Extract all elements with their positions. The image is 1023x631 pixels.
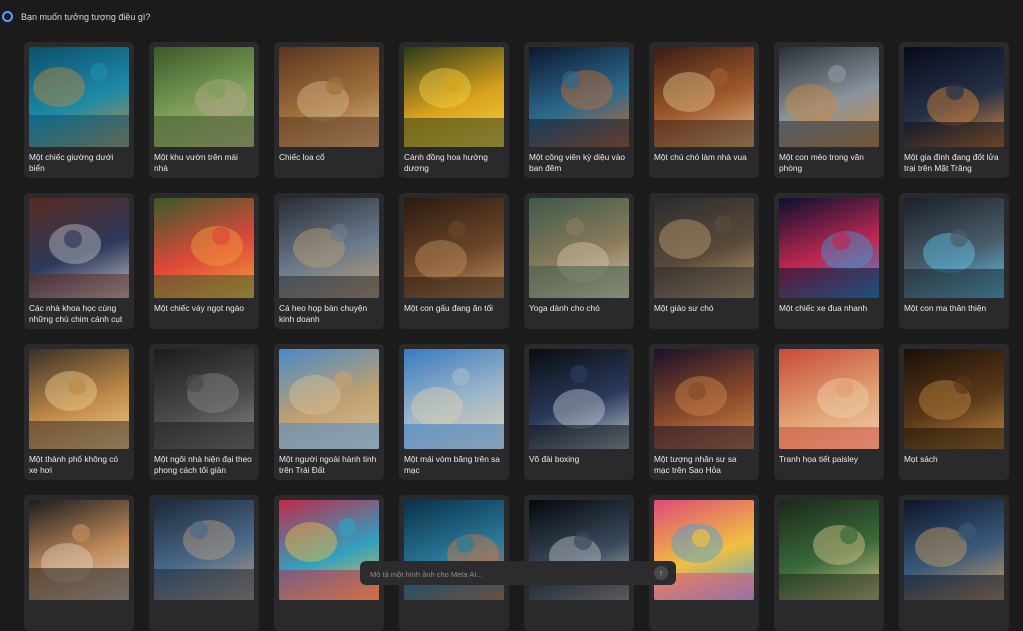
example-image-thumbnail [154, 349, 254, 449]
example-image-thumbnail [279, 198, 379, 298]
example-image-card[interactable]: Một khu vườn trên mái nhà [149, 42, 259, 178]
example-image-caption: Một mái vòm băng trên sa mạc [404, 454, 500, 475]
example-image-thumbnail [779, 500, 879, 600]
example-image-thumbnail [779, 47, 879, 147]
example-image-card[interactable]: Một chú chó làm nhà vua [649, 42, 759, 178]
example-image-card[interactable]: Một gia đình đang đốt lửa trại trên Mặt … [899, 42, 1009, 178]
prompt-input-bar: ↑ [360, 561, 676, 585]
example-image-thumbnail [779, 198, 879, 298]
example-image-thumbnail [904, 198, 1004, 298]
example-image-caption: Võ đài boxing [529, 454, 580, 464]
example-image-card[interactable]: Cá heo họp bàn chuyện kinh doanh [274, 193, 384, 329]
example-image-card[interactable]: Một ngôi nhà hiện đại theo phong cách tố… [149, 344, 259, 480]
example-image-thumbnail [29, 349, 129, 449]
image-grid: Một chiếc giường dưới biển Một khu vườn t… [24, 42, 1009, 631]
example-image-caption: Cánh đồng hoa hướng dương [404, 152, 488, 173]
image-description-input[interactable] [368, 565, 642, 583]
example-image-caption: Chiếc loa cổ [279, 152, 325, 162]
example-image-thumbnail [404, 47, 504, 147]
example-image-card[interactable] [149, 495, 259, 631]
example-image-thumbnail [654, 349, 754, 449]
meta-ai-logo-icon [2, 11, 13, 22]
example-image-card[interactable]: Võ đài boxing [524, 344, 634, 480]
example-image-card[interactable]: Một giáo sư chó [649, 193, 759, 329]
example-image-card[interactable]: Yoga dành cho chó [524, 193, 634, 329]
example-image-caption: Một chiếc xe đua nhanh [779, 303, 868, 313]
example-image-card[interactable] [899, 495, 1009, 631]
example-image-caption: Một công viên kỳ diệu vào ban đêm [529, 152, 625, 173]
example-image-card[interactable]: Một thành phố không có xe hơi [24, 344, 134, 480]
example-image-card[interactable]: Chiếc loa cổ [274, 42, 384, 178]
example-image-thumbnail [154, 47, 254, 147]
example-image-thumbnail [404, 349, 504, 449]
example-image-thumbnail [29, 198, 129, 298]
example-image-caption: Một người ngoài hành tinh trên Trái Đất [279, 454, 377, 475]
example-image-thumbnail [904, 349, 1004, 449]
example-image-thumbnail [779, 349, 879, 449]
example-image-card[interactable]: Một con gấu đang ăn tối [399, 193, 509, 329]
example-image-card[interactable]: Một tượng nhân sư sa mạc trên Sao Hỏa [649, 344, 759, 480]
example-image-card[interactable]: Một người ngoài hành tinh trên Trái Đất [274, 344, 384, 480]
example-image-thumbnail [654, 500, 754, 600]
example-image-thumbnail [904, 500, 1004, 600]
example-image-thumbnail [279, 349, 379, 449]
example-image-caption: Cá heo họp bàn chuyện kinh doanh [279, 303, 368, 324]
example-image-caption: Một con mèo trong văn phòng [779, 152, 864, 173]
example-image-card[interactable]: Mọt sách [899, 344, 1009, 480]
example-image-thumbnail [404, 500, 504, 600]
example-image-caption: Một tượng nhân sư sa mạc trên Sao Hỏa [654, 454, 737, 475]
example-image-card[interactable] [774, 495, 884, 631]
example-image-thumbnail [279, 500, 379, 600]
example-image-card[interactable]: Một chiếc giường dưới biển [24, 42, 134, 178]
example-image-caption: Một khu vườn trên mái nhà [154, 152, 238, 173]
example-image-caption: Một con gấu đang ăn tối [404, 303, 494, 313]
example-image-caption: Một chú chó làm nhà vua [654, 152, 747, 162]
example-image-card[interactable]: Một công viên kỳ diệu vào ban đêm [524, 42, 634, 178]
example-image-card[interactable] [24, 495, 134, 631]
example-image-thumbnail [29, 500, 129, 600]
example-image-caption: Một con ma thân thiện [904, 303, 987, 313]
imagine-prompt-heading: Bạn muốn tưởng tượng điều gì? [21, 12, 151, 22]
example-image-thumbnail [529, 198, 629, 298]
example-image-card[interactable]: Tranh họa tiết paisley [774, 344, 884, 480]
example-image-caption: Một giáo sư chó [654, 303, 714, 313]
example-image-caption: Một chiếc giường dưới biển [29, 152, 114, 173]
top-bar: Bạn muốn tưởng tượng điều gì? [0, 0, 1023, 34]
example-image-thumbnail [529, 349, 629, 449]
example-image-thumbnail [154, 500, 254, 600]
example-image-thumbnail [154, 198, 254, 298]
example-image-caption: Một ngôi nhà hiện đại theo phong cách tố… [154, 454, 252, 475]
example-image-caption: Mọt sách [904, 454, 938, 464]
example-image-thumbnail [904, 47, 1004, 147]
example-image-thumbnail [279, 47, 379, 147]
send-arrow-icon[interactable]: ↑ [654, 566, 668, 580]
example-image-card[interactable]: Một chiếc xe đua nhanh [774, 193, 884, 329]
example-image-card[interactable]: Một con mèo trong văn phòng [774, 42, 884, 178]
example-image-thumbnail [404, 198, 504, 298]
example-image-caption: Tranh họa tiết paisley [779, 454, 859, 464]
example-image-caption: Các nhà khoa học cùng những chú chim cán… [29, 303, 123, 324]
example-image-thumbnail [654, 198, 754, 298]
example-image-thumbnail [529, 500, 629, 600]
example-image-card[interactable]: Các nhà khoa học cùng những chú chim cán… [24, 193, 134, 329]
example-image-caption: Một thành phố không có xe hơi [29, 454, 119, 475]
example-image-card[interactable]: Một mái vòm băng trên sa mạc [399, 344, 509, 480]
example-image-thumbnail [654, 47, 754, 147]
example-image-caption: Yoga dành cho chó [529, 303, 600, 313]
example-image-caption: Một chiếc váy ngọt ngào [154, 303, 244, 313]
example-image-card[interactable]: Cánh đồng hoa hướng dương [399, 42, 509, 178]
example-image-card[interactable]: Một con ma thân thiện [899, 193, 1009, 329]
example-image-card[interactable]: Một chiếc váy ngọt ngào [149, 193, 259, 329]
example-image-caption: Một gia đình đang đốt lửa trại trên Mặt … [904, 152, 999, 173]
example-image-thumbnail [529, 47, 629, 147]
example-image-thumbnail [29, 47, 129, 147]
